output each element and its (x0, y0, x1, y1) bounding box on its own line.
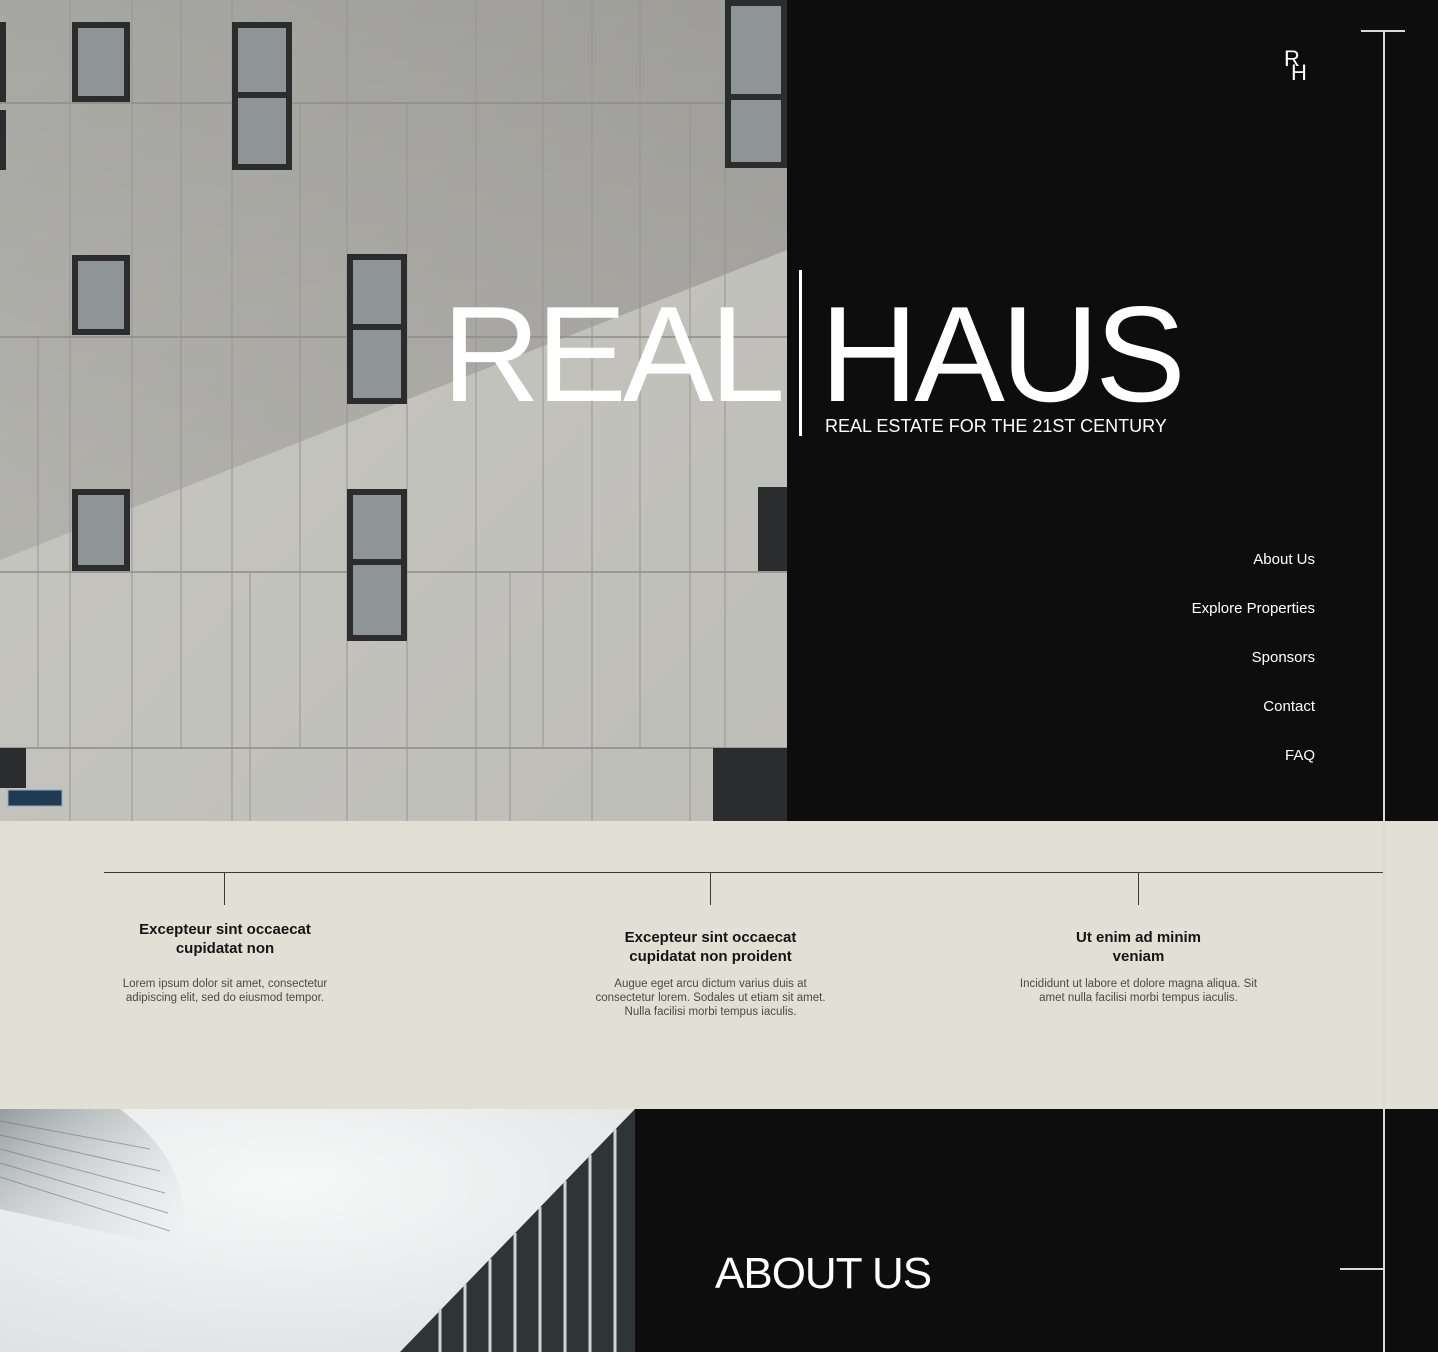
decorative-vertical-rule (1383, 30, 1385, 1352)
feature-text: Augue eget arcu dictum varius duis at co… (595, 978, 826, 1018)
brand-word-haus: HAUS (820, 278, 1186, 430)
features-timeline-line (104, 872, 1384, 873)
nav-item-sponsors[interactable]: Sponsors (1192, 646, 1315, 695)
rh-logo[interactable]: R H (1281, 48, 1317, 88)
feature-title: Excepteur sint occaecat cupidatat non pr… (624, 929, 797, 965)
decorative-rule-cap (1361, 30, 1405, 32)
feature-card: Excepteur sint occaecat cupidatat non Lo… (110, 920, 340, 1005)
feature-tick (224, 872, 225, 905)
brand-word-real: REAL (442, 278, 785, 430)
about-section: ABOUT US (0, 1109, 1438, 1352)
about-skyscrapers-photo (0, 1109, 635, 1352)
feature-title: Ut enim ad minim veniam (1075, 929, 1202, 965)
nav-item-contact[interactable]: Contact (1192, 695, 1315, 744)
brand-divider (799, 270, 802, 436)
hero-section: REAL HAUS REAL ESTATE FOR THE 21ST CENTU… (0, 0, 1438, 821)
feature-card: Ut enim ad minim veniam Incididunt ut la… (1016, 928, 1261, 1005)
about-heading: ABOUT US (715, 1249, 932, 1298)
main-nav: About Us Explore Properties Sponsors Con… (1192, 548, 1315, 793)
decorative-rule-tick (1340, 1268, 1384, 1270)
feature-text: Incididunt ut labore et dolore magna ali… (1019, 978, 1258, 1004)
feature-card: Excepteur sint occaecat cupidatat non pr… (583, 928, 838, 1019)
nav-item-about-us[interactable]: About Us (1192, 548, 1315, 597)
feature-title: Excepteur sint occaecat cupidatat non (139, 921, 311, 957)
feature-tick (710, 872, 711, 905)
features-section: Excepteur sint occaecat cupidatat non Lo… (0, 821, 1438, 1109)
nav-item-explore-properties[interactable]: Explore Properties (1192, 597, 1315, 646)
brand-tagline: REAL ESTATE FOR THE 21ST CENTURY (825, 416, 1167, 436)
feature-tick (1138, 872, 1139, 905)
nav-item-faq[interactable]: FAQ (1192, 744, 1315, 793)
feature-text: Lorem ipsum dolor sit amet, consectetur … (122, 978, 328, 1004)
logo-letter-h: H (1291, 60, 1307, 85)
